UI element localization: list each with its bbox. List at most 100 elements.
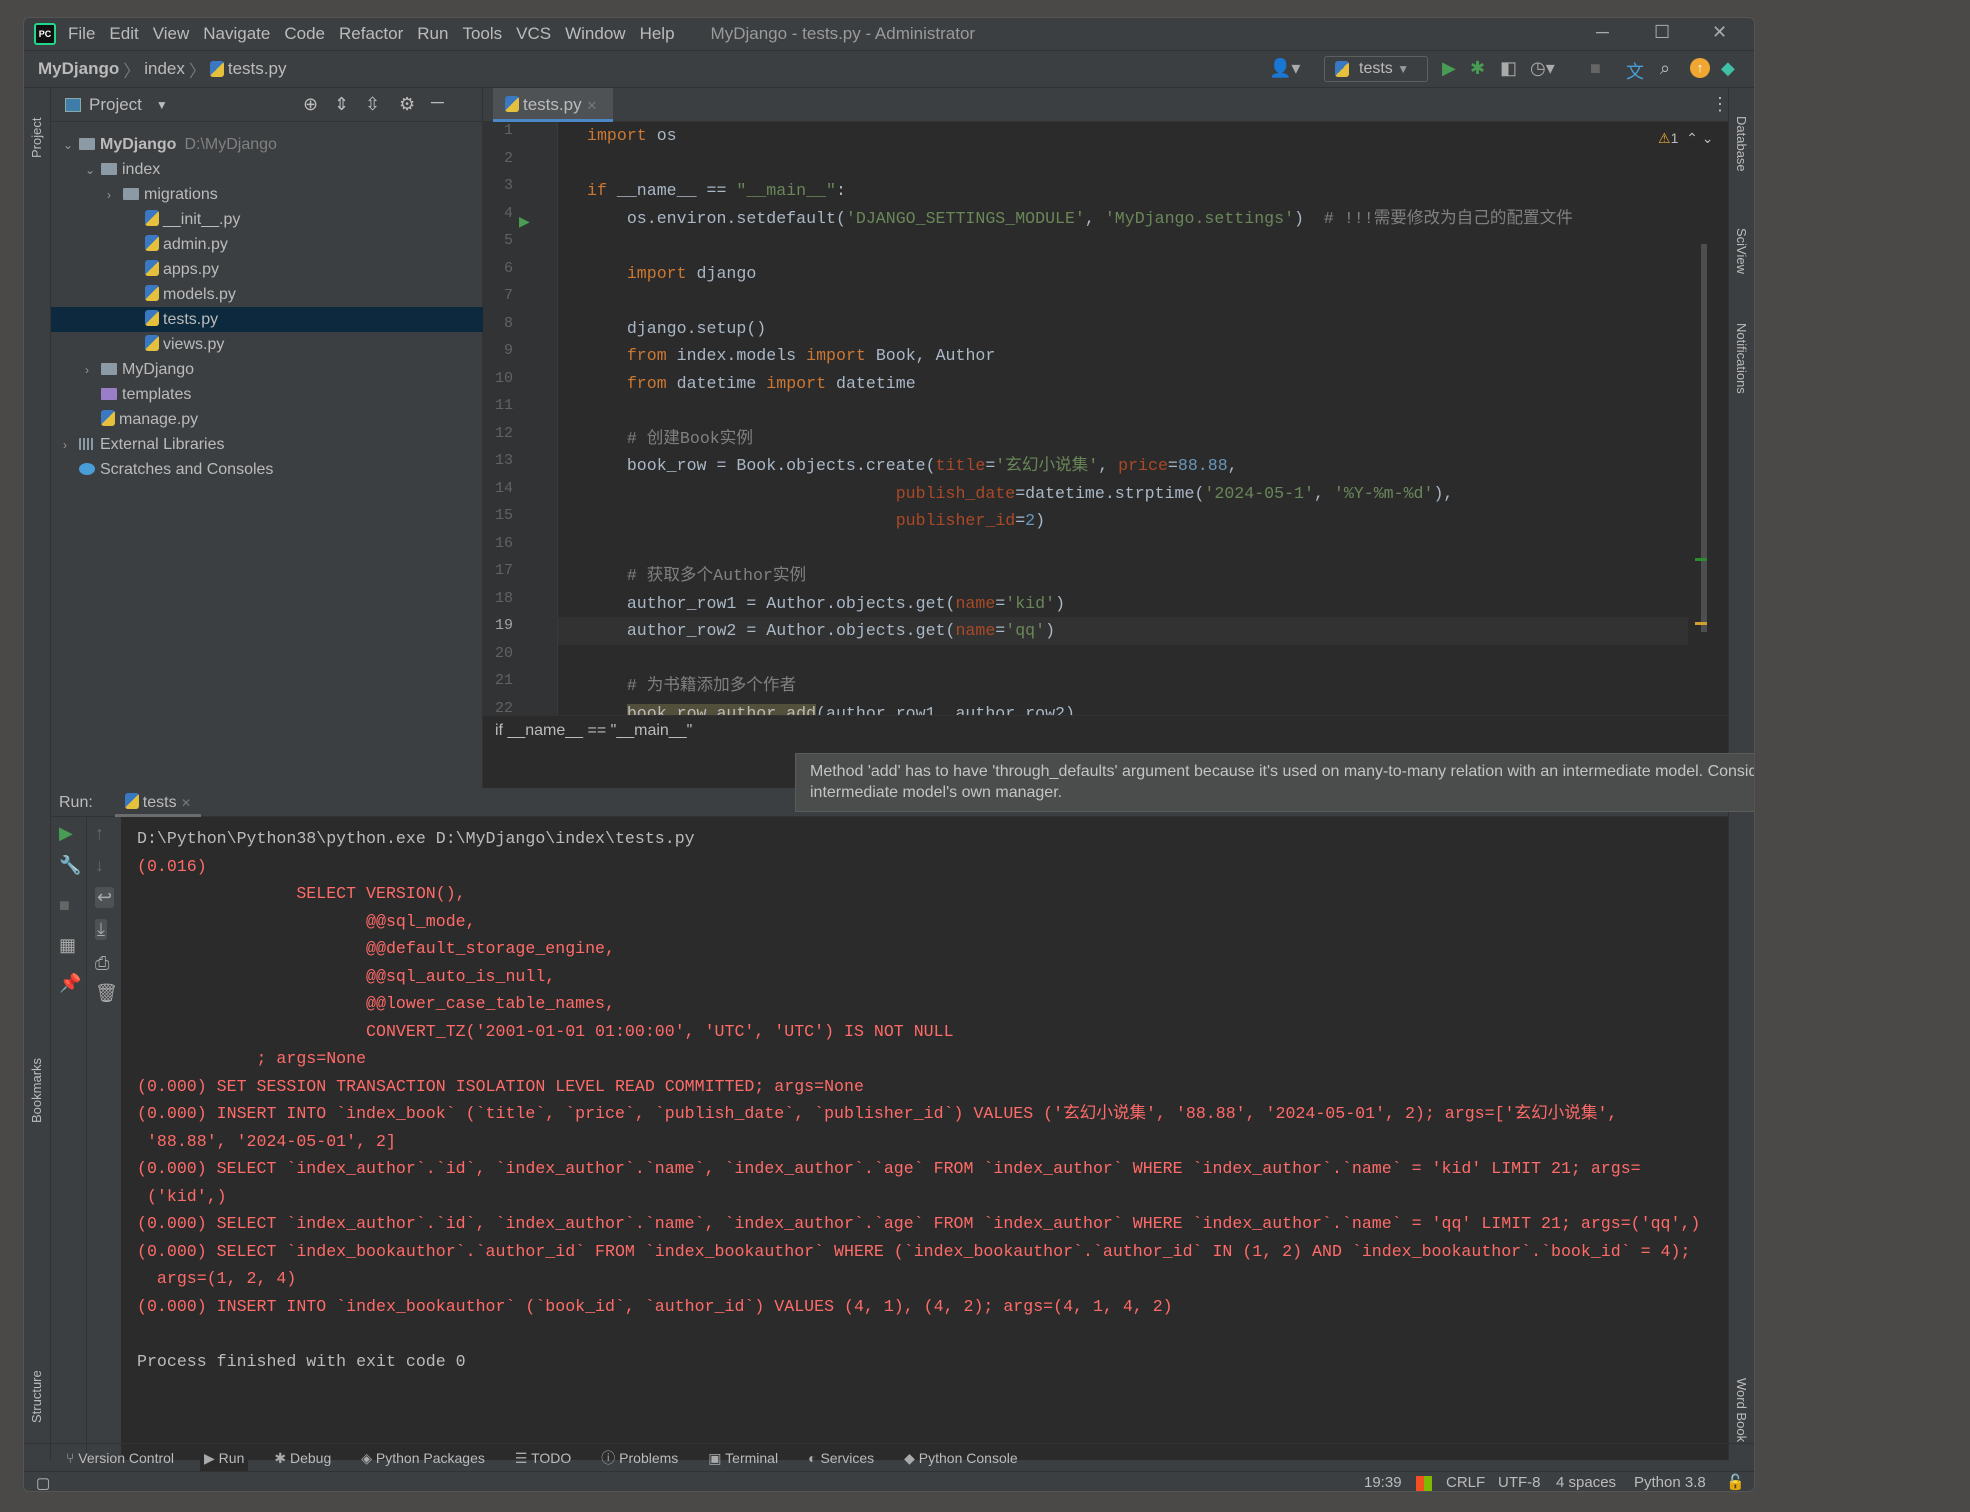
menu-edit[interactable]: Edit [109, 24, 138, 44]
tool-tab-debug[interactable]: ✱ Debug [270, 1444, 335, 1472]
project-tool-tab[interactable]: Project [29, 118, 44, 158]
profile-icon[interactable]: ◷▾ [1530, 58, 1555, 79]
tree-item[interactable]: ⌄ index [51, 157, 483, 182]
database-tool-tab[interactable]: Database [1734, 116, 1749, 172]
gear-icon[interactable]: ⚙ [399, 94, 415, 115]
chevron-down-icon[interactable]: ⌄ [63, 133, 79, 158]
collapse-all-icon[interactable]: ⇳ [365, 94, 380, 115]
run-tab-tests[interactable]: tests ✕ [114, 790, 202, 817]
translate-icon[interactable]: 文 [1626, 58, 1644, 84]
menu-tools[interactable]: Tools [462, 24, 502, 44]
tree-item[interactable]: __init__.py [51, 207, 483, 232]
code-line[interactable]: # 为书籍添加多个作者 [587, 672, 796, 700]
tree-item[interactable]: manage.py [51, 407, 483, 432]
coverage-icon[interactable]: ◧ [1500, 58, 1517, 79]
line-separator[interactable]: CRLF [1446, 1474, 1485, 1491]
code-line[interactable]: publisher_id=2) [587, 507, 1045, 535]
minimize-button[interactable]: ─ [1596, 22, 1609, 43]
tree-item[interactable]: templates [51, 382, 483, 407]
notifications-tool-tab[interactable]: Notifications [1734, 323, 1749, 394]
trash-icon[interactable]: 🗑 [95, 983, 118, 1004]
editor-scrollbar[interactable] [1701, 244, 1707, 632]
wordbook-tool-tab[interactable]: Word Book [1734, 1378, 1749, 1442]
maximize-button[interactable]: ☐ [1654, 22, 1670, 43]
debug-icon[interactable]: ✱ [1470, 58, 1485, 79]
scroll-to-end-icon[interactable]: ⤓ [95, 919, 107, 940]
code-line[interactable]: from index.models import Book, Author [587, 342, 995, 370]
menu-vcs[interactable]: VCS [516, 24, 551, 44]
code-line[interactable]: author_row2 = Author.objects.get(name='q… [587, 617, 1055, 645]
sciview-tool-tab[interactable]: SciView [1734, 228, 1749, 274]
code-line[interactable]: author_row1 = Author.objects.get(name='k… [587, 590, 1065, 618]
hide-icon[interactable]: ─ [431, 92, 444, 113]
crumb-folder[interactable]: index [144, 59, 185, 79]
more-options-icon[interactable]: ⋮ [1711, 94, 1729, 115]
indent-setting[interactable]: 4 spaces [1556, 1474, 1616, 1491]
code-line[interactable]: publish_date=datetime.strptime('2024-05-… [587, 480, 1454, 508]
user-icon[interactable]: 👤▾ [1269, 58, 1300, 79]
code-area[interactable]: import os if __name__ == "__main__": os.e… [483, 122, 1728, 723]
menu-code[interactable]: Code [284, 24, 325, 44]
tree-item[interactable]: admin.py [51, 232, 483, 257]
tab-tests-py[interactable]: tests.py ✕ [493, 88, 613, 122]
tree-item[interactable]: › External Libraries [51, 432, 483, 457]
stop-icon[interactable]: ■ [1590, 58, 1601, 79]
code-line[interactable]: import django [587, 260, 756, 288]
chevron-down-icon[interactable]: ⌄ [85, 158, 101, 183]
file-encoding[interactable]: UTF-8 [1498, 1474, 1541, 1491]
menu-file[interactable]: File [68, 24, 95, 44]
run-icon[interactable]: ▶ [1442, 58, 1456, 79]
print-icon[interactable]: ⎙ [95, 953, 109, 974]
project-view-selector[interactable]: Project [89, 95, 142, 115]
up-arrow-icon[interactable]: ↑ [95, 823, 104, 844]
tool-tab-problems[interactable]: ⓘ Problems [597, 1444, 682, 1472]
menu-view[interactable]: View [153, 24, 190, 44]
menu-window[interactable]: Window [565, 24, 625, 44]
close-tab-icon[interactable]: ✕ [586, 98, 597, 113]
close-button[interactable]: ✕ [1712, 22, 1727, 43]
close-tab-icon[interactable]: ✕ [181, 796, 191, 810]
tool-tab-version-control[interactable]: ⑂ Version Control [62, 1444, 178, 1472]
tree-item[interactable]: Scratches and Consoles [51, 457, 483, 482]
code-line[interactable]: # 创建Book实例 [587, 425, 753, 453]
pin-icon[interactable]: 📌 [59, 973, 81, 994]
update-icon[interactable]: ↑ [1690, 58, 1710, 78]
code-line[interactable]: book_row = Book.objects.create(title='玄幻… [587, 452, 1238, 480]
locate-icon[interactable]: ⊕ [303, 94, 318, 115]
chevron-right-icon[interactable]: › [63, 433, 79, 458]
lock-icon[interactable]: 🔓 [1726, 1473, 1745, 1491]
tool-tab-terminal[interactable]: ▣ Terminal [704, 1444, 782, 1472]
tree-item[interactable]: › MyDjango [51, 357, 483, 382]
menu-navigate[interactable]: Navigate [203, 24, 270, 44]
tree-item[interactable]: apps.py [51, 257, 483, 282]
search-icon[interactable]: ⌕ [1660, 58, 1670, 79]
tree-item[interactable]: views.py [51, 332, 483, 357]
expand-all-icon[interactable]: ⇕ [334, 94, 349, 115]
chevron-right-icon[interactable]: › [107, 183, 123, 208]
code-line[interactable]: import os [587, 122, 677, 150]
soft-wrap-icon[interactable]: ↩ [95, 887, 115, 908]
code-line[interactable]: from datetime import datetime [587, 370, 916, 398]
chevron-right-icon[interactable]: › [85, 358, 101, 383]
code-line[interactable]: if __name__ == "__main__": [587, 177, 846, 205]
wrench-icon[interactable]: 🔧 [59, 855, 81, 876]
tree-item[interactable]: models.py [51, 282, 483, 307]
editor-breadcrumb[interactable]: if __name__ == "__main__" [483, 715, 1728, 745]
tree-item[interactable]: › migrations [51, 182, 483, 207]
run-config-selector[interactable]: tests ▼ [1324, 56, 1428, 82]
code-line[interactable]: os.environ.setdefault('DJANGO_SETTINGS_M… [587, 205, 1573, 233]
rerun-icon[interactable]: ▶ [59, 823, 73, 844]
crumb-file[interactable]: tests.py [228, 59, 287, 79]
tool-tab-python-packages[interactable]: ◈ Python Packages [357, 1444, 489, 1472]
structure-tool-tab[interactable]: Structure [29, 1370, 44, 1423]
jetbrains-icon[interactable]: ◆ [1721, 58, 1735, 79]
tool-tab-python-console[interactable]: ◆ Python Console [900, 1444, 1022, 1472]
stop-icon[interactable]: ■ [59, 895, 70, 916]
caret-position[interactable]: 19:39 [1364, 1474, 1402, 1491]
menu-refactor[interactable]: Refactor [339, 24, 403, 44]
tree-item[interactable]: tests.py [51, 307, 483, 332]
code-line[interactable]: django.setup() [587, 315, 766, 343]
layout-icon[interactable]: ▦ [59, 935, 76, 956]
tree-item[interactable]: ⌄ MyDjango D:\MyDjango [51, 132, 483, 157]
tool-tab-run[interactable]: ▶ Run [200, 1443, 249, 1472]
